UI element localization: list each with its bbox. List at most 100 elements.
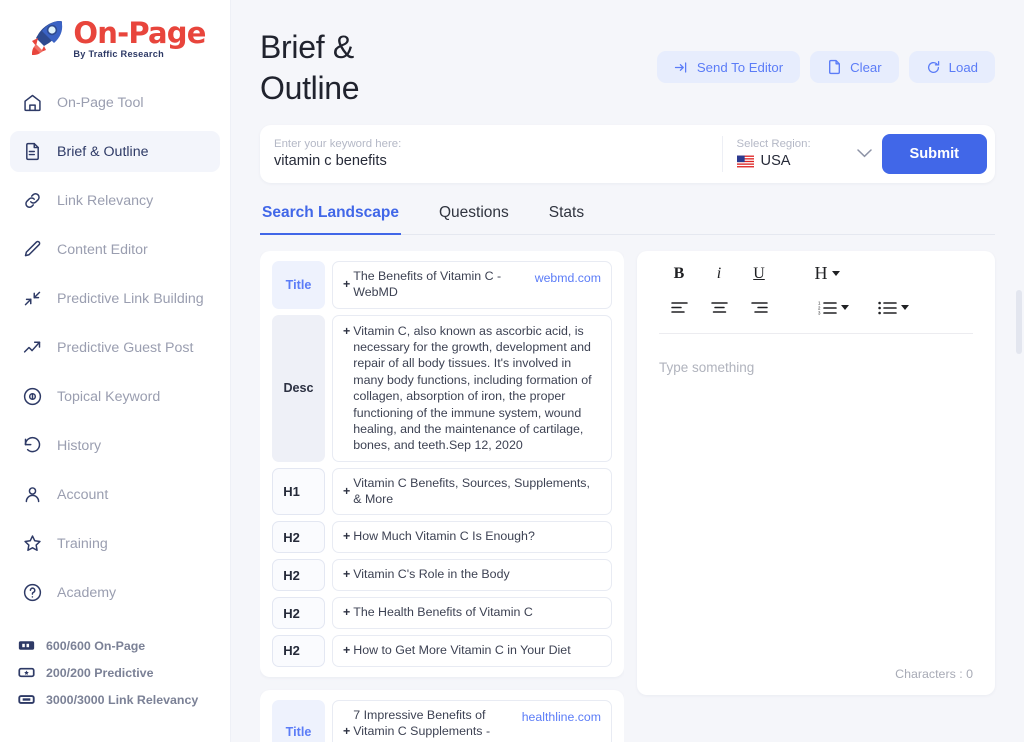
outline-text[interactable]: + How Much Vitamin C Is Enough? xyxy=(332,521,612,554)
sidebar-item-predictive-link-building[interactable]: Predictive Link Building xyxy=(10,278,220,319)
tag-label: Desc xyxy=(283,381,314,396)
align-center-icon[interactable] xyxy=(699,295,739,321)
search-divider xyxy=(721,135,723,172)
sidebar-item-label: Training xyxy=(57,535,108,552)
history-icon xyxy=(22,435,43,456)
outline-text[interactable]: + Vitamin C Benefits, Sources, Supplement… xyxy=(332,467,612,516)
source-domain-link[interactable]: webmd.com xyxy=(535,271,601,287)
sidebar-item-training[interactable]: Training xyxy=(10,523,220,564)
usa-flag-icon xyxy=(736,155,754,168)
outline-text-value: Vitamin C, also known as ascorbic acid, … xyxy=(353,323,592,453)
sidebar-item-topical-keyword[interactable]: Topical Keyword xyxy=(10,376,220,417)
keyword-label: Enter your keyword here: xyxy=(274,138,402,151)
search-input[interactable] xyxy=(274,153,718,170)
vertical-scrollbar[interactable] xyxy=(1016,290,1022,354)
heading-level-select[interactable]: H2 xyxy=(272,521,325,554)
editor-toolbar-row-2: 123 xyxy=(659,295,973,321)
heading-button[interactable]: H xyxy=(807,261,847,287)
chevron-down-icon xyxy=(304,643,314,658)
home-icon xyxy=(22,92,43,113)
plus-icon[interactable]: + xyxy=(343,724,350,740)
document-icon xyxy=(22,141,43,162)
underline-button[interactable]: U xyxy=(739,261,779,287)
heading-level-select[interactable]: H2 xyxy=(272,635,325,667)
sidebar-item-academy[interactable]: Academy xyxy=(10,572,220,613)
compass-icon xyxy=(22,386,43,407)
unordered-list-caret-icon[interactable] xyxy=(901,305,909,311)
sidebar-credits: 600/600 On-Page 200/200 Predictive 3000/30… xyxy=(0,637,230,742)
tab-stats[interactable]: Stats xyxy=(547,204,586,235)
plus-icon[interactable]: + xyxy=(343,323,350,339)
credit-row: 200/200 Predictive xyxy=(18,664,230,681)
sidebar-item-label: Content Editor xyxy=(57,241,148,258)
tab-search-landscape[interactable]: Search Landscape xyxy=(260,204,401,235)
align-left-icon[interactable] xyxy=(659,295,699,321)
search-bar: Enter your keyword here: Select Region: xyxy=(260,124,995,183)
outline-text[interactable]: + Vitamin C's Role in the Body xyxy=(332,559,612,592)
outline-row: H1 + Vitamin C Benefits, Sources, Suppleme… xyxy=(272,467,612,516)
chevron-down-icon xyxy=(304,530,314,545)
pencil-icon xyxy=(22,239,43,260)
logo[interactable]: On-Page By Traffic Research xyxy=(0,0,230,76)
plus-icon[interactable]: + xyxy=(343,567,350,583)
desc-tag: Desc xyxy=(272,314,325,462)
trend-up-icon xyxy=(22,337,43,358)
bold-button[interactable]: B xyxy=(659,261,699,287)
align-right-icon[interactable] xyxy=(739,295,779,321)
clear-button[interactable]: Clear xyxy=(810,51,899,83)
tab-bar: Search Landscape Questions Stats xyxy=(260,203,995,235)
outline-text[interactable]: +7 Impressive Benefits of Vitamin C Supp… xyxy=(332,699,612,742)
sidebar-item-content-editor[interactable]: Content Editor xyxy=(10,229,220,270)
outline-text[interactable]: + How to Get More Vitamin C in Your Diet xyxy=(332,635,612,667)
plus-icon[interactable]: + xyxy=(343,484,350,500)
header-actions: Send To Editor Clear Load xyxy=(656,27,995,83)
credit-label: 3000/3000 Link Relevancy xyxy=(46,692,199,707)
results-column: Title + The Benefits of Vitamin C - WebMD w… xyxy=(260,250,624,742)
heading-label: H xyxy=(814,263,828,284)
sidebar-item-history[interactable]: History xyxy=(10,425,220,466)
tab-questions[interactable]: Questions xyxy=(437,204,511,235)
italic-button[interactable]: i xyxy=(699,261,739,287)
outline-text[interactable]: + The Health Benefits of Vitamin C xyxy=(332,597,612,630)
editor-textarea[interactable]: Type something xyxy=(637,340,995,667)
credit-row: 600/600 On-Page xyxy=(18,637,230,654)
region-value: USA xyxy=(760,153,791,170)
sidebar-item-link-relevancy[interactable]: Link Relevancy xyxy=(10,180,220,221)
file-icon xyxy=(827,59,842,75)
ordered-list-caret-icon[interactable] xyxy=(841,305,849,311)
outline-text-value: The Health Benefits of Vitamin C xyxy=(353,605,533,620)
sidebar-item-brief-outline[interactable]: Brief & Outline xyxy=(10,131,220,172)
brand-name: On-Page xyxy=(73,15,206,50)
svg-text:3: 3 xyxy=(818,310,821,315)
sidebar-item-on-page-tool[interactable]: On-Page Tool xyxy=(10,82,220,123)
source-domain-link[interactable]: healthline.com xyxy=(522,710,601,726)
plus-icon[interactable]: + xyxy=(343,605,350,621)
region-selector[interactable]: Select Region: USA xyxy=(736,138,849,170)
sidebar-item-predictive-guest-post[interactable]: Predictive Guest Post xyxy=(10,327,220,368)
send-to-editor-button[interactable]: Send To Editor xyxy=(656,51,801,83)
plus-icon[interactable]: + xyxy=(343,529,350,545)
load-button[interactable]: Load xyxy=(908,51,995,83)
plus-icon[interactable]: + xyxy=(343,643,350,659)
tag-label: H2 xyxy=(283,643,300,659)
submit-button[interactable]: Submit xyxy=(881,133,987,174)
main-content: Brief & Outline Send To Editor Clear Load … xyxy=(231,0,1024,742)
heading-level-select[interactable]: H2 xyxy=(272,559,325,592)
caret-down-icon xyxy=(831,271,840,277)
region-label: Select Region: xyxy=(736,138,811,151)
rich-text-editor: B i U H 1 2 3 Type something Characters … xyxy=(637,250,995,695)
heading-level-select[interactable]: H1 xyxy=(272,467,325,516)
outline-text[interactable]: + Vitamin C, also known as ascorbic acid,… xyxy=(332,314,612,462)
tag-label: H2 xyxy=(283,529,300,545)
outline-row: H2 + The Health Benefits of Vitamin C xyxy=(272,597,612,630)
outline-text[interactable]: + The Benefits of Vitamin C - WebMD webmd.… xyxy=(332,260,612,309)
outline-text-value: How to Get More Vitamin C in Your Diet xyxy=(353,643,571,658)
heading-level-select[interactable]: H2 xyxy=(272,597,325,630)
editor-column: B i U H 1 2 3 Type something Characters … xyxy=(637,250,995,742)
plus-icon[interactable]: + xyxy=(343,277,350,293)
sidebar-item-label: Academy xyxy=(57,584,117,601)
chevron-down-icon[interactable] xyxy=(856,145,872,163)
sidebar-item-account[interactable]: Account xyxy=(10,474,220,515)
ticket-icon xyxy=(18,637,35,654)
refresh-icon xyxy=(926,60,941,75)
